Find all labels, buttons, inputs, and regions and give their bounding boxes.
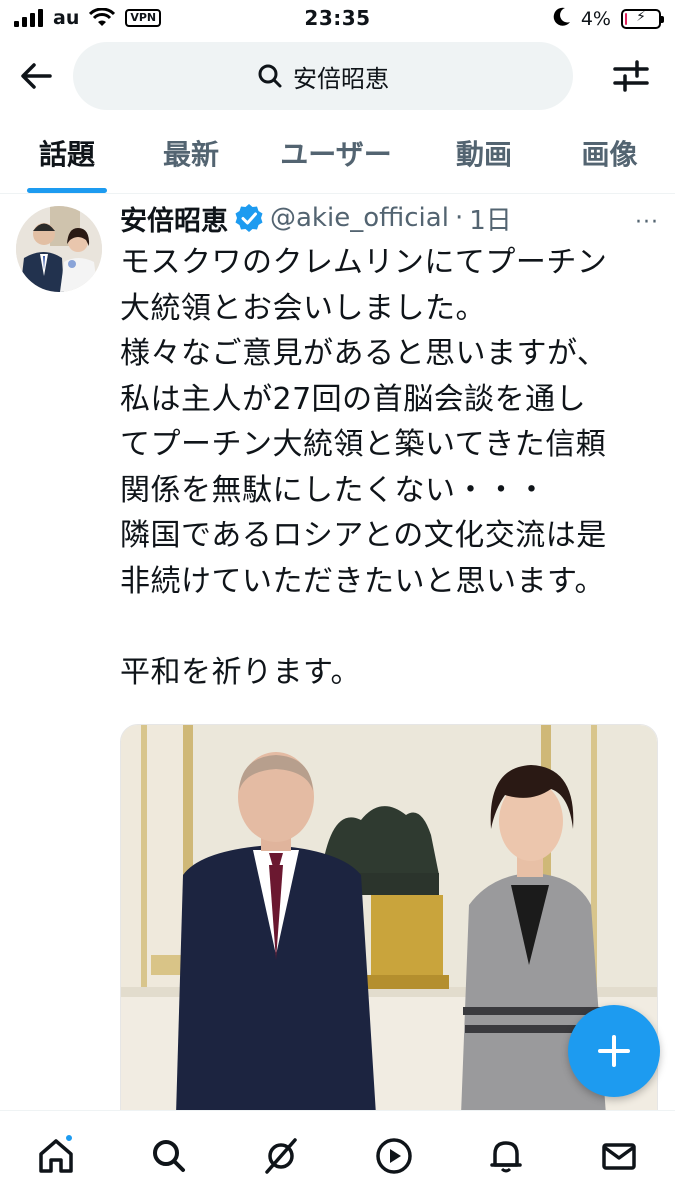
tab-label: 画像	[581, 138, 638, 171]
tab-label: 動画	[455, 138, 512, 171]
sliders-icon	[613, 60, 649, 92]
mail-icon	[602, 1143, 636, 1170]
tweet[interactable]: 安倍昭恵 @akie_official · 1日 ··· モスクワのクレムリンに…	[0, 194, 675, 1114]
grok-icon	[265, 1138, 297, 1174]
search-header: 安倍昭恵	[0, 40, 675, 112]
bell-icon	[490, 1141, 522, 1173]
tab-label: 話題	[38, 138, 95, 171]
tab-label: 最新	[162, 138, 219, 171]
tweet-header: 安倍昭恵 @akie_official · 1日	[120, 198, 512, 238]
nav-home[interactable]	[26, 1131, 86, 1181]
nav-grok[interactable]	[251, 1131, 311, 1181]
verified-badge-icon	[235, 204, 263, 232]
tab-trending[interactable]: 話題	[0, 120, 134, 193]
tweet-timestamp[interactable]: 1日	[469, 200, 512, 237]
moon-icon	[553, 7, 571, 31]
tab-latest[interactable]: 最新	[134, 120, 248, 193]
tab-label: ユーザー	[280, 138, 392, 171]
nav-notifications[interactable]	[476, 1131, 536, 1181]
search-tabs: 話題 最新 ユーザー 動画 画像	[0, 120, 675, 194]
search-input[interactable]: 安倍昭恵	[73, 42, 573, 110]
display-name[interactable]: 安倍昭恵	[120, 199, 228, 238]
nav-video[interactable]	[364, 1131, 424, 1181]
play-icon	[376, 1138, 412, 1174]
back-button[interactable]	[16, 56, 56, 96]
search-settings-button[interactable]	[611, 56, 651, 96]
search-query: 安倍昭恵	[293, 64, 389, 93]
separator: ·	[454, 203, 464, 233]
active-tab-indicator	[27, 188, 107, 193]
avatar[interactable]	[16, 206, 102, 292]
status-bar: au VPN 23:35 4% ⚡	[0, 0, 675, 38]
compose-button[interactable]	[568, 1005, 660, 1097]
tweet-text: モスクワのクレムリンにてプーチン 大統領とお会いしました。 様々なご意見があると…	[120, 245, 608, 690]
search-icon	[258, 64, 282, 88]
arrow-left-icon	[21, 63, 52, 89]
bottom-navigation	[0, 1110, 675, 1200]
nav-messages[interactable]	[589, 1131, 649, 1181]
battery-icon: ⚡	[621, 9, 664, 29]
user-handle[interactable]: @akie_official	[270, 203, 449, 233]
tab-images[interactable]: 画像	[544, 120, 675, 193]
tab-people[interactable]: ユーザー	[248, 120, 424, 193]
more-options-button[interactable]: ···	[635, 210, 659, 235]
plus-icon	[598, 1035, 630, 1067]
nav-search[interactable]	[139, 1131, 199, 1181]
tab-videos[interactable]: 動画	[424, 120, 544, 193]
search-icon	[152, 1140, 185, 1172]
battery-percent: 4%	[580, 8, 611, 30]
